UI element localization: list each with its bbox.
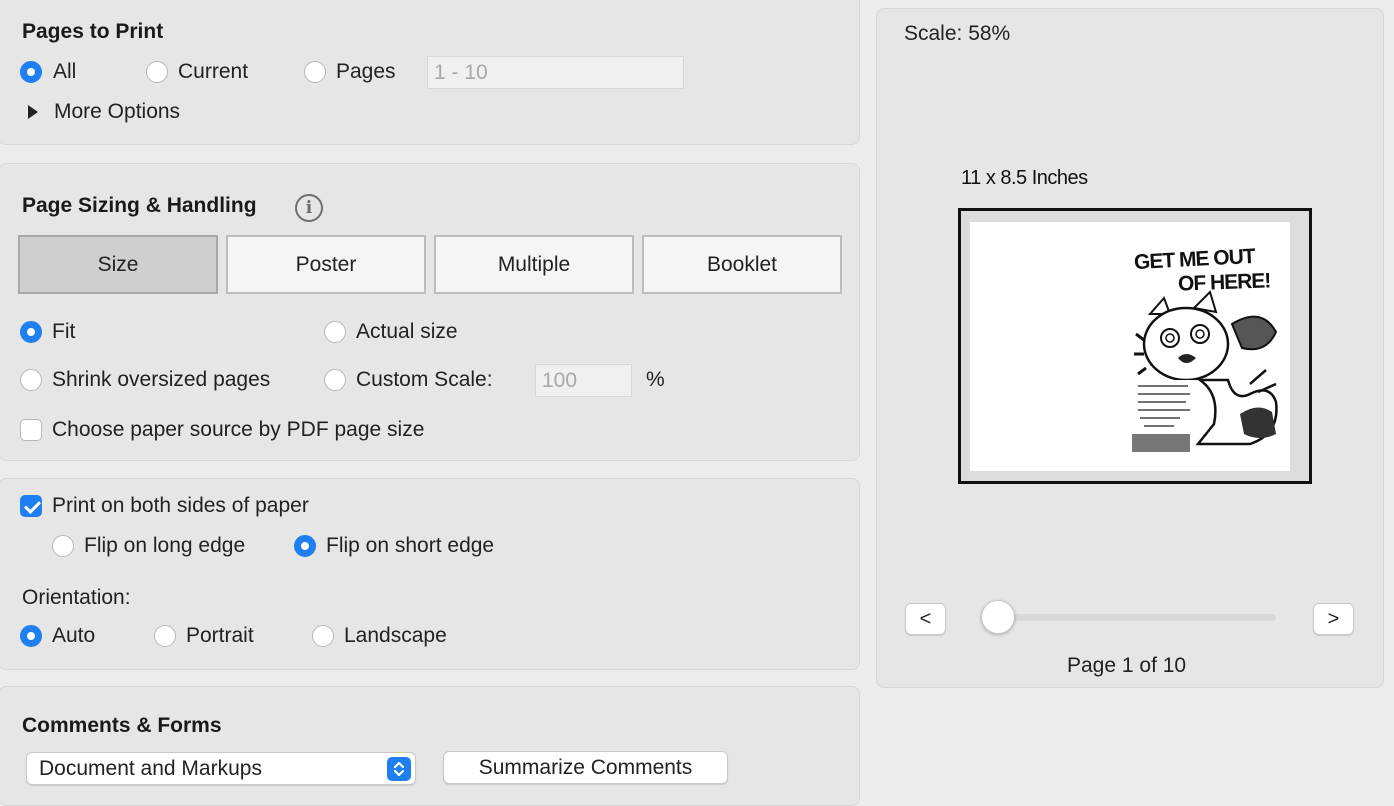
radio-actual-size-label: Actual size (356, 320, 458, 343)
tab-size[interactable]: Size (18, 235, 218, 294)
page-preview-sheet: GET ME OUT OF HERE! (970, 222, 1290, 471)
checkbox-choose-paper-source[interactable] (20, 419, 42, 441)
percent-label: % (646, 368, 665, 391)
radio-custom-scale[interactable] (324, 369, 346, 391)
radio-shrink-oversized-label: Shrink oversized pages (52, 368, 271, 391)
radio-all[interactable] (20, 61, 42, 83)
checkbox-print-both-sides[interactable] (20, 495, 42, 517)
radio-orientation-portrait[interactable] (154, 625, 176, 647)
pages-range-input[interactable]: 1 - 10 (427, 56, 684, 89)
radio-pages-label: Pages (336, 60, 396, 83)
select-stepper-icon (387, 757, 411, 781)
radio-shrink-oversized[interactable] (20, 369, 42, 391)
scale-label: Scale: 58% (904, 22, 1011, 45)
orientation-portrait-label: Portrait (186, 624, 254, 647)
radio-flip-short-edge[interactable] (294, 535, 316, 557)
comic-thumbnail: GET ME OUT OF HERE! (1130, 245, 1284, 452)
radio-all-label: All (53, 60, 77, 83)
comic-drawing-icon (1132, 290, 1278, 452)
paper-size-label: 11 x 8.5 Inches (961, 167, 1088, 189)
tab-booklet[interactable]: Booklet (642, 235, 842, 294)
radio-custom-scale-label: Custom Scale: (356, 368, 493, 391)
radio-current[interactable] (146, 61, 168, 83)
radio-current-label: Current (178, 60, 249, 83)
radio-fit[interactable] (20, 321, 42, 343)
tab-multiple[interactable]: Multiple (434, 235, 634, 294)
flip-short-edge-label: Flip on short edge (326, 534, 495, 557)
page-preview-frame: GET ME OUT OF HERE! (958, 208, 1312, 484)
custom-scale-input[interactable]: 100 (535, 364, 632, 397)
page-indicator: Page 1 of 10 (1067, 654, 1187, 677)
radio-orientation-landscape[interactable] (312, 625, 334, 647)
next-page-button[interactable]: > (1313, 603, 1354, 635)
orientation-label: Orientation: (22, 586, 131, 609)
summarize-comments-button[interactable]: Summarize Comments (443, 751, 728, 784)
info-icon[interactable]: i (295, 194, 323, 222)
comments-forms-title: Comments & Forms (22, 714, 222, 737)
page-sizing-title: Page Sizing & Handling (22, 194, 257, 217)
disclosure-triangle-icon[interactable] (28, 105, 38, 119)
orientation-auto-label: Auto (52, 624, 96, 647)
radio-fit-label: Fit (52, 320, 76, 343)
comments-select[interactable]: Document and Markups (26, 752, 416, 785)
print-both-sides-label: Print on both sides of paper (52, 494, 309, 517)
radio-pages[interactable] (304, 61, 326, 83)
page-slider-track[interactable] (998, 614, 1276, 621)
previous-page-button[interactable]: < (905, 603, 946, 635)
orientation-landscape-label: Landscape (344, 624, 447, 647)
radio-actual-size[interactable] (324, 321, 346, 343)
choose-paper-source-label: Choose paper source by PDF page size (52, 418, 425, 441)
radio-orientation-auto[interactable] (20, 625, 42, 647)
flip-long-edge-label: Flip on long edge (84, 534, 246, 557)
comments-panel (0, 686, 860, 806)
page-slider-thumb[interactable] (981, 600, 1015, 634)
comments-select-value: Document and Markups (39, 757, 262, 780)
more-options-label[interactable]: More Options (54, 100, 180, 124)
pages-to-print-title: Pages to Print (22, 20, 164, 43)
tab-poster[interactable]: Poster (226, 235, 426, 294)
radio-flip-long-edge[interactable] (52, 535, 74, 557)
